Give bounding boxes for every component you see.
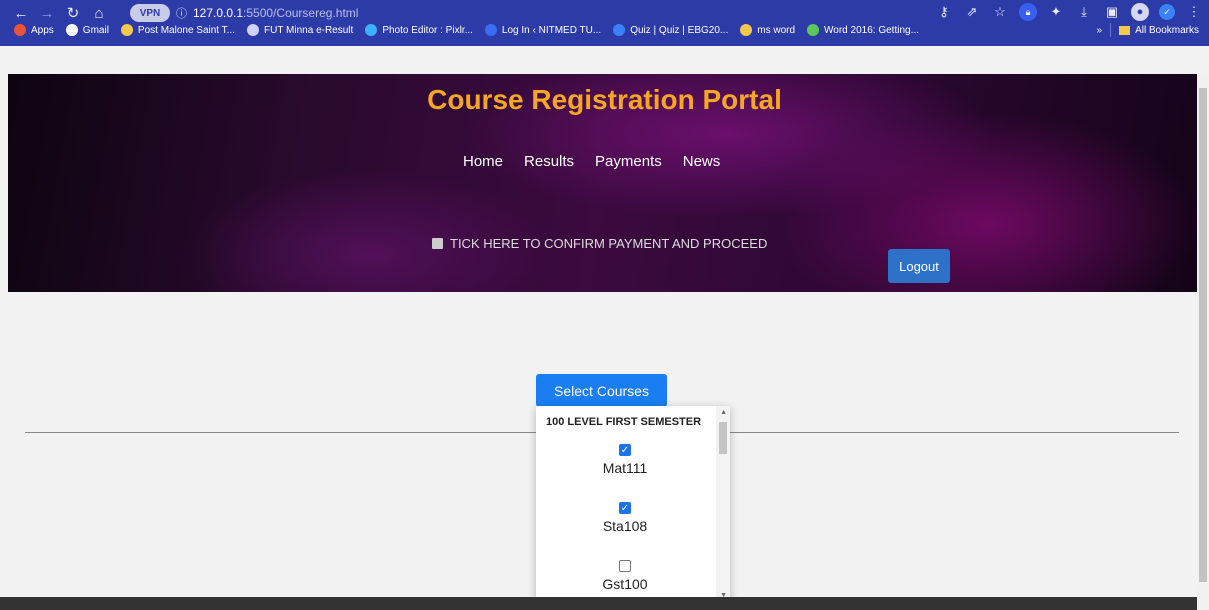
course-item-gst100[interactable]: Gst100: [536, 560, 714, 592]
confirm-checkbox[interactable]: [432, 238, 443, 249]
bookmark-label: Photo Editor : Pixlr...: [382, 24, 473, 36]
bookmark-label: Post Malone Saint T...: [137, 24, 236, 36]
checkbox-checked[interactable]: ✓: [619, 502, 631, 514]
nav-payments[interactable]: Payments: [595, 153, 662, 170]
bookmarks-bar: Apps Gmail Post Malone Saint T... FUT Minna…: [0, 14, 1209, 46]
bookmark-label: FUT Minna e-Result: [264, 24, 354, 36]
course-item-sta108[interactable]: ✓ Sta108: [536, 502, 714, 534]
bookmark-favicon-icon: [120, 24, 133, 36]
bookmark-favicon-icon: [807, 24, 820, 36]
logout-button[interactable]: Logout: [888, 249, 950, 283]
dropdown-scrollbar[interactable]: ▲ ▼: [716, 406, 730, 602]
dropdown-scroll-thumb[interactable]: [719, 422, 727, 454]
scroll-up-icon[interactable]: ▲: [720, 409, 727, 416]
bookmark-item[interactable]: Photo Editor : Pixlr...: [365, 24, 473, 36]
course-label: Gst100: [602, 576, 648, 592]
bookmark-favicon-icon: [65, 24, 78, 36]
bookmark-favicon-icon: [14, 24, 26, 36]
all-bookmarks-button[interactable]: All Bookmarks: [1135, 25, 1199, 36]
footer-bar: [0, 597, 1197, 610]
bookmark-item[interactable]: Apps: [14, 24, 54, 36]
bookmark-item[interactable]: Post Malone Saint T...: [120, 24, 236, 36]
nav-results[interactable]: Results: [524, 153, 574, 170]
bookmark-favicon-icon: [365, 24, 378, 36]
courses-dropdown[interactable]: 100 LEVEL FIRST SEMESTER ✓ Mat111 ✓ Sta1…: [536, 406, 730, 602]
bookmark-item[interactable]: Word 2016: Getting...: [807, 24, 919, 36]
course-label: Mat111: [602, 460, 648, 476]
select-courses-button[interactable]: Select Courses: [536, 374, 667, 407]
bookmark-item[interactable]: Gmail: [65, 24, 109, 36]
course-label: Sta108: [602, 518, 648, 534]
bookmark-label: Word 2016: Getting...: [824, 24, 919, 36]
bookmark-favicon-icon: [247, 24, 260, 36]
bookmarks-separator: [1110, 23, 1112, 37]
nav-news[interactable]: News: [683, 153, 721, 170]
more-bookmarks-button[interactable]: »: [1097, 25, 1103, 36]
bookmark-item[interactable]: Quiz | Quiz | EBG20...: [613, 24, 728, 36]
confirm-payment[interactable]: TICK HERE TO CONFIRM PAYMENT AND PROCEED: [432, 236, 767, 251]
course-item-mat111[interactable]: ✓ Mat111: [536, 444, 714, 476]
folder-icon: [1119, 25, 1131, 35]
confirm-label: TICK HERE TO CONFIRM PAYMENT AND PROCEED: [450, 236, 768, 251]
bookmark-favicon-icon: [484, 24, 497, 36]
bookmark-label: Log In ‹ NITMED TU...: [501, 24, 602, 36]
bookmark-label: Apps: [31, 24, 54, 36]
page-scroll-thumb[interactable]: [1199, 88, 1207, 582]
main-nav: Home Results Payments News: [463, 153, 720, 170]
bookmark-favicon-icon: [613, 24, 626, 36]
bookmark-favicon-icon: [740, 24, 753, 36]
checkbox-checked[interactable]: ✓: [619, 444, 631, 456]
dropdown-heading: 100 LEVEL FIRST SEMESTER: [546, 416, 702, 428]
bookmark-label: Gmail: [82, 24, 109, 36]
page-title: Course Registration Portal: [427, 84, 782, 115]
bookmark-label: Quiz | Quiz | EBG20...: [630, 24, 729, 36]
checkbox-unchecked[interactable]: [619, 560, 631, 572]
bookmark-item[interactable]: FUT Minna e-Result: [247, 24, 353, 36]
bookmarks-right: » All Bookmarks: [1097, 14, 1199, 46]
nav-home[interactable]: Home: [463, 153, 503, 170]
bookmark-item[interactable]: Log In ‹ NITMED TU...: [484, 24, 602, 36]
bookmark-item[interactable]: ms word: [740, 24, 795, 36]
bookmark-label: ms word: [757, 24, 796, 36]
